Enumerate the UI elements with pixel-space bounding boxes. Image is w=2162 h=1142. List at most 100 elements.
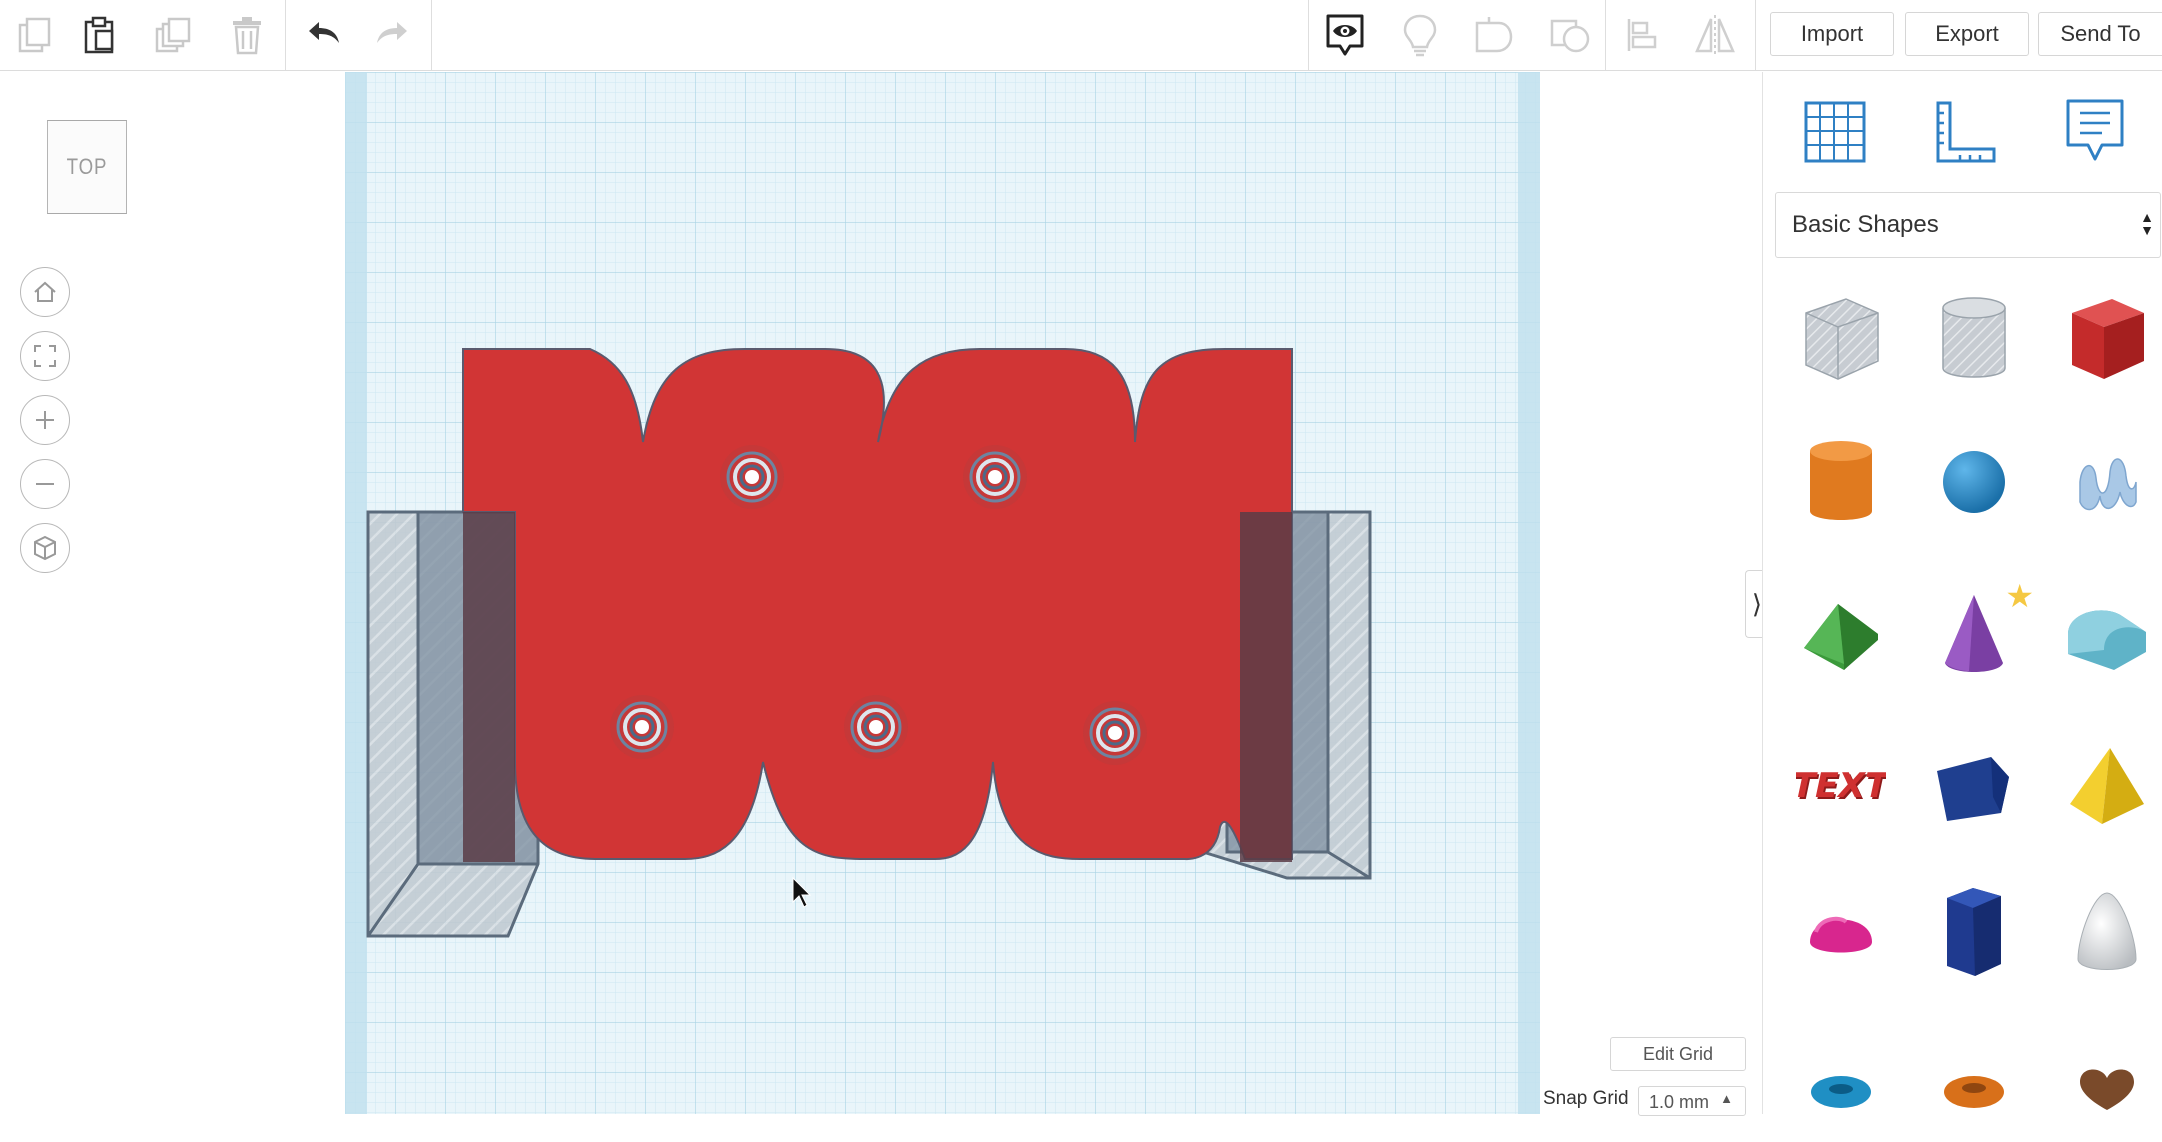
snap-grid-value: 1.0 mm	[1649, 1092, 1710, 1112]
trash-icon	[233, 17, 261, 55]
shape-roof[interactable]	[1791, 579, 1891, 689]
pin-hole[interactable]	[1083, 701, 1147, 765]
yellow-pyramid-icon	[2070, 748, 2144, 824]
fit-to-view-icon	[34, 345, 56, 367]
toolbar-divider	[431, 0, 432, 70]
mirror-icon	[1695, 15, 1735, 55]
green-roof-icon	[1804, 604, 1878, 670]
workplane-tool-button[interactable]	[1795, 92, 1875, 172]
workplane-canvas[interactable]	[345, 72, 1540, 1114]
paste-button[interactable]	[65, 0, 135, 70]
box-hole-icon	[1805, 298, 1879, 380]
toolbar-divider	[1755, 0, 1756, 70]
shape-pyramid[interactable]	[2057, 732, 2157, 842]
snap-grid-label: Snap Grid	[1543, 1088, 1629, 1109]
hint-button[interactable]	[1385, 0, 1455, 70]
shape-scribble[interactable]	[2057, 427, 2157, 537]
home-view-button[interactable]	[20, 267, 70, 317]
ungroup-icon	[1550, 19, 1590, 53]
plus-icon	[36, 411, 54, 429]
hexagonal-prism-icon	[1947, 888, 2001, 976]
group-button[interactable]	[1460, 0, 1530, 70]
shape-sphere[interactable]	[1924, 427, 2024, 537]
copy-button[interactable]	[0, 0, 70, 70]
shape-heart[interactable]	[2057, 1032, 2157, 1142]
note-bubble-icon	[2066, 99, 2124, 161]
blue-wedge-icon	[1937, 757, 2009, 821]
notes-tool-button[interactable]	[2055, 92, 2135, 172]
favorite-star-icon: ★	[2005, 578, 2034, 614]
group-icon	[1475, 17, 1513, 53]
shape-box[interactable]	[2057, 284, 2157, 394]
shapes-panel: Basic Shapes ▲ ▼ ★ TEXT TEXT	[1762, 72, 2162, 1114]
minus-icon	[36, 483, 54, 485]
shape-polygon[interactable]	[1924, 877, 2024, 987]
chevron-right-icon: ⟩	[1751, 588, 1763, 619]
round-roof-icon	[2068, 610, 2146, 670]
heart-icon	[2080, 1069, 2134, 1110]
delete-button[interactable]	[212, 0, 282, 70]
ungroup-button[interactable]	[1535, 0, 1605, 70]
shape-category-value: Basic Shapes	[1792, 211, 1939, 238]
toolbar-divider	[1308, 0, 1309, 70]
shape-round-roof[interactable]	[2057, 579, 2157, 689]
undo-icon	[309, 22, 339, 43]
align-button[interactable]	[1608, 0, 1678, 70]
perspective-cube-icon	[34, 535, 56, 561]
shape-cone[interactable]: ★	[1924, 578, 2034, 689]
view-cube[interactable]: TOP	[47, 120, 127, 214]
zoom-in-button[interactable]	[20, 395, 70, 445]
pin-hole[interactable]	[610, 695, 674, 759]
export-button[interactable]: Export	[1905, 12, 2029, 56]
updown-arrows-icon: ▲ ▼	[2140, 209, 2154, 238]
red-model-shape[interactable]	[462, 348, 1293, 861]
duplicate-icon	[155, 17, 191, 53]
paraboloid-icon	[2077, 892, 2137, 970]
orange-cylinder-icon	[1810, 441, 1872, 520]
ruler-icon	[1936, 101, 1996, 163]
shape-cylinder[interactable]	[1791, 427, 1891, 537]
pin-hole[interactable]	[720, 445, 784, 509]
eye-bubble-icon	[1326, 14, 1364, 56]
top-toolbar: Import Export Send To	[0, 0, 2162, 71]
mirror-button[interactable]	[1680, 0, 1750, 70]
workplane-grid-icon	[1804, 101, 1866, 163]
undo-button[interactable]	[288, 0, 358, 70]
caret-up-icon: ▲	[1720, 1091, 1733, 1106]
import-button[interactable]: Import	[1770, 12, 1894, 56]
text-3d-icon: TEXTTEXT	[1796, 766, 1886, 808]
home-icon	[34, 281, 56, 302]
view-cube-label: TOP	[66, 154, 108, 179]
shape-torus[interactable]	[1791, 1032, 1891, 1142]
shape-tube[interactable]	[1924, 1032, 2024, 1142]
pin-hole[interactable]	[844, 695, 908, 759]
orthographic-view-button[interactable]	[20, 523, 70, 573]
duplicate-button[interactable]	[138, 0, 208, 70]
shape-category-select[interactable]: Basic Shapes ▲ ▼	[1775, 192, 2161, 258]
scribble-icon	[2079, 458, 2137, 511]
shape-cylinder-hole[interactable]	[1924, 284, 2024, 394]
ruler-tool-button[interactable]	[1925, 92, 2005, 172]
toolbar-divider	[285, 0, 286, 70]
shape-paraboloid[interactable]	[2057, 877, 2157, 987]
align-icon	[1627, 19, 1657, 51]
paste-icon	[84, 16, 114, 54]
shape-wedge[interactable]	[1924, 732, 2024, 842]
copy-icon	[18, 17, 51, 53]
fit-view-button[interactable]	[20, 331, 70, 381]
tube-icon	[1944, 1076, 2004, 1108]
zoom-out-button[interactable]	[20, 459, 70, 509]
edit-grid-button[interactable]: Edit Grid	[1610, 1037, 1746, 1071]
show-hide-button[interactable]	[1310, 0, 1380, 70]
redo-icon	[377, 22, 407, 43]
pin-hole[interactable]	[963, 445, 1027, 509]
shape-box-hole[interactable]	[1791, 284, 1891, 394]
shape-text[interactable]: TEXT TEXT	[1791, 732, 1891, 842]
send-to-button[interactable]: Send To	[2038, 12, 2162, 56]
shape-half-sphere[interactable]	[1791, 877, 1891, 987]
redo-button[interactable]	[358, 0, 428, 70]
snap-grid-select[interactable]: 1.0 mm ▲	[1638, 1086, 1746, 1116]
workplane[interactable]	[345, 72, 1540, 1114]
toolbar-divider	[1605, 0, 1606, 70]
cylinder-hole-icon	[1942, 297, 2006, 378]
